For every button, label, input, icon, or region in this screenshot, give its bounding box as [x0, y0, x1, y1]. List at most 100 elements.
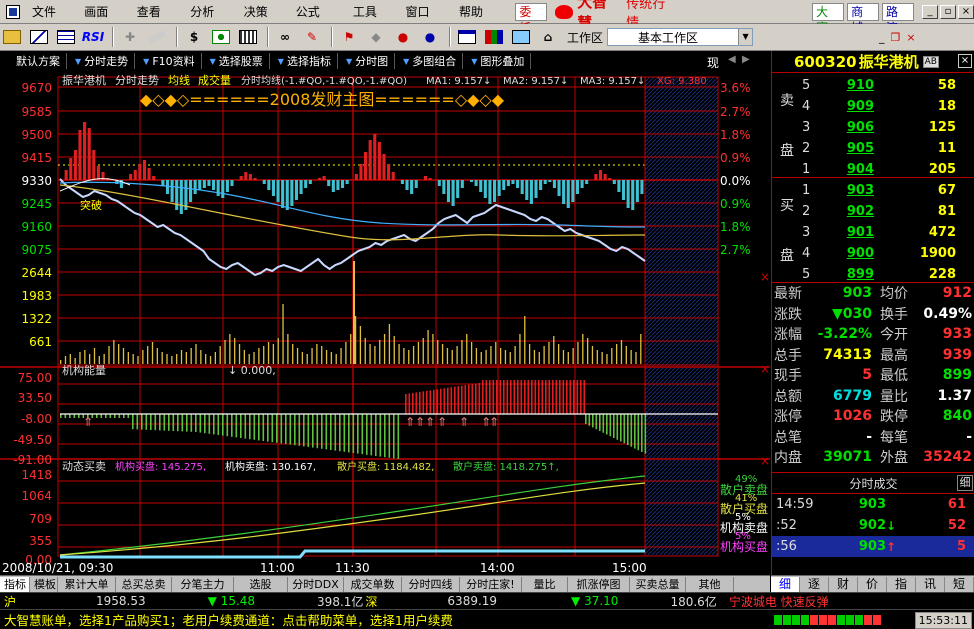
- stat-v: 39071: [823, 449, 872, 466]
- indicator-tab[interactable]: 分时DDX: [288, 576, 344, 592]
- tick-row[interactable]: :56 903 ↑ 5: [772, 536, 974, 557]
- indicator-tab[interactable]: 成交单数: [344, 576, 402, 592]
- mall-button[interactable]: 商城: [847, 2, 880, 35]
- volume-bar: [258, 348, 260, 364]
- menu-tools[interactable]: 工具(T): [347, 2, 400, 39]
- quote-tab[interactable]: 逐: [800, 576, 829, 592]
- quote-tab[interactable]: 价: [858, 576, 887, 592]
- scroll-right-icon[interactable]: ▶: [742, 54, 750, 65]
- move-icon[interactable]: ✚: [118, 26, 142, 48]
- indicator-tab[interactable]: 分时庄家!: [460, 576, 522, 592]
- chart-tab[interactable]: ▼ 分时走势: [75, 52, 141, 70]
- contest-button[interactable]: 大赛: [812, 2, 845, 35]
- tab-realtime[interactable]: 现: [707, 54, 719, 71]
- rsi-icon[interactable]: RSI: [81, 26, 105, 48]
- volume-bar: [137, 356, 139, 364]
- close-icon[interactable]: ×: [958, 54, 972, 68]
- binoculars-icon[interactable]: ∞: [273, 26, 297, 48]
- menu-decision[interactable]: 决策(L): [238, 2, 290, 39]
- indicator-tab[interactable]: 分时四线: [402, 576, 460, 592]
- chart-tab[interactable]: ▼ 多图组合: [403, 52, 469, 70]
- tick-row[interactable]: :52 902 ↓ 52: [772, 515, 974, 536]
- blue-coin-icon[interactable]: ●: [418, 26, 442, 48]
- tab-dropdown-icon[interactable]: ▼: [471, 57, 477, 66]
- menu-help[interactable]: 帮助(H): [453, 2, 507, 39]
- tick-detail-button[interactable]: 细: [957, 475, 973, 491]
- indicator-tab[interactable]: 分笔主力: [172, 576, 234, 592]
- books-icon[interactable]: [482, 26, 506, 48]
- menu-window[interactable]: 窗口(B): [399, 2, 453, 39]
- chart-icon[interactable]: [27, 26, 51, 48]
- chevron-down-icon[interactable]: ▼: [738, 29, 753, 45]
- entrust-button[interactable]: 委托: [515, 2, 548, 35]
- asks-row[interactable]: 5 910 58: [802, 75, 972, 96]
- tab-dropdown-icon[interactable]: ▼: [143, 57, 149, 66]
- tab-dropdown-icon[interactable]: ▼: [403, 57, 409, 66]
- pen-icon[interactable]: ✎: [300, 26, 324, 48]
- mdi-min-icon[interactable]: _: [879, 31, 885, 44]
- home-icon[interactable]: ⌂: [536, 26, 560, 48]
- workspace-select[interactable]: 基本工作区 ▼: [607, 28, 754, 46]
- asks-row[interactable]: 4 909 18: [802, 96, 972, 117]
- indicator-tab[interactable]: 累计大单: [58, 576, 116, 592]
- roadshow-button[interactable]: 路演: [882, 2, 915, 35]
- indicator-tab[interactable]: 总买总卖: [116, 576, 172, 592]
- picture-icon[interactable]: [509, 26, 533, 48]
- bids-row[interactable]: 4 900 1900: [802, 243, 972, 264]
- indicator-tab[interactable]: 买卖总量: [630, 576, 686, 592]
- ticker-news[interactable]: 宁波城电 快速反弹: [729, 593, 829, 610]
- indicator-tab[interactable]: 选股: [234, 576, 288, 592]
- bids-row[interactable]: 3 901 472: [802, 222, 972, 243]
- mdi-close-icon[interactable]: ×: [906, 31, 915, 44]
- alert-icon[interactable]: ⚑: [337, 26, 361, 48]
- menu-formula[interactable]: 公式(W): [290, 2, 347, 39]
- quote-tab[interactable]: 指: [887, 576, 916, 592]
- chart-tab[interactable]: ▼ 选择股票: [210, 52, 276, 70]
- menu-view[interactable]: 查看(V): [131, 2, 185, 39]
- tab-dropdown-icon[interactable]: ▼: [210, 57, 216, 66]
- chart-tab[interactable]: ▼ 图形叠加: [471, 52, 537, 70]
- indicator-tab[interactable]: 抓涨停图: [568, 576, 630, 592]
- quote-tab[interactable]: 细: [771, 576, 800, 592]
- tab-dropdown-icon[interactable]: ▼: [278, 57, 284, 66]
- restore-icon[interactable]: ▫: [939, 4, 956, 19]
- quote-tab[interactable]: 财: [829, 576, 858, 592]
- diamond-icon[interactable]: ◆: [364, 26, 388, 48]
- close-icon[interactable]: ×: [957, 4, 974, 19]
- bids-row[interactable]: 1 903 67: [802, 180, 972, 201]
- menu-view-screen[interactable]: 画面(P): [78, 2, 131, 39]
- menu-analysis[interactable]: 分析(A): [184, 2, 238, 39]
- quote-tab[interactable]: 短: [945, 576, 974, 592]
- chart-tab[interactable]: ▼ F10资料: [143, 52, 207, 70]
- intraday-chart[interactable]: 9670 9585 9500 9415 9330 9245 9160 9075 3.6% 2.7%…: [0, 71, 770, 575]
- chart-tab[interactable]: ▼ 选择指标: [278, 52, 344, 70]
- asks-row[interactable]: 2 905 11: [802, 138, 972, 159]
- indicator-tab[interactable]: 量比: [522, 576, 568, 592]
- dollar-icon[interactable]: $: [182, 26, 206, 48]
- tick-row[interactable]: 14:59 903 61: [772, 494, 974, 515]
- menu-file[interactable]: 文件(F): [26, 2, 78, 39]
- mdi-restore-icon[interactable]: ❐: [891, 31, 901, 44]
- quote-tab[interactable]: 讯: [916, 576, 945, 592]
- keyboard-icon[interactable]: [236, 26, 260, 48]
- indicator-tab[interactable]: 模板: [30, 576, 58, 592]
- chart-canvas[interactable]: 9670 9585 9500 9415 9330 9245 9160 9075 3.6% 2.7%…: [0, 71, 770, 575]
- folder-icon[interactable]: [0, 26, 24, 48]
- tab-dropdown-icon[interactable]: ▼: [75, 57, 81, 66]
- asks-row[interactable]: 3 906 125: [802, 117, 972, 138]
- table-icon[interactable]: [54, 26, 78, 48]
- scroll-left-icon[interactable]: ◀: [728, 54, 736, 65]
- ruler-icon[interactable]: [145, 26, 169, 48]
- bids-row[interactable]: 2 902 81: [802, 201, 972, 222]
- cash-icon[interactable]: [209, 26, 233, 48]
- indicator-tab[interactable]: 其他: [686, 576, 734, 592]
- window-icon[interactable]: [455, 26, 479, 48]
- ab-share-badge[interactable]: AB: [922, 55, 939, 68]
- tab-dropdown-icon[interactable]: ▼: [346, 57, 352, 66]
- minimize-icon[interactable]: _: [922, 4, 938, 19]
- indicator-tab[interactable]: 指标: [0, 576, 30, 592]
- chart-tab[interactable]: 默认方案: [0, 52, 73, 70]
- chart-tab[interactable]: ▼ 分时图: [346, 52, 401, 70]
- app-logo-icon[interactable]: [6, 4, 20, 19]
- red-coin-icon[interactable]: ●: [391, 26, 415, 48]
